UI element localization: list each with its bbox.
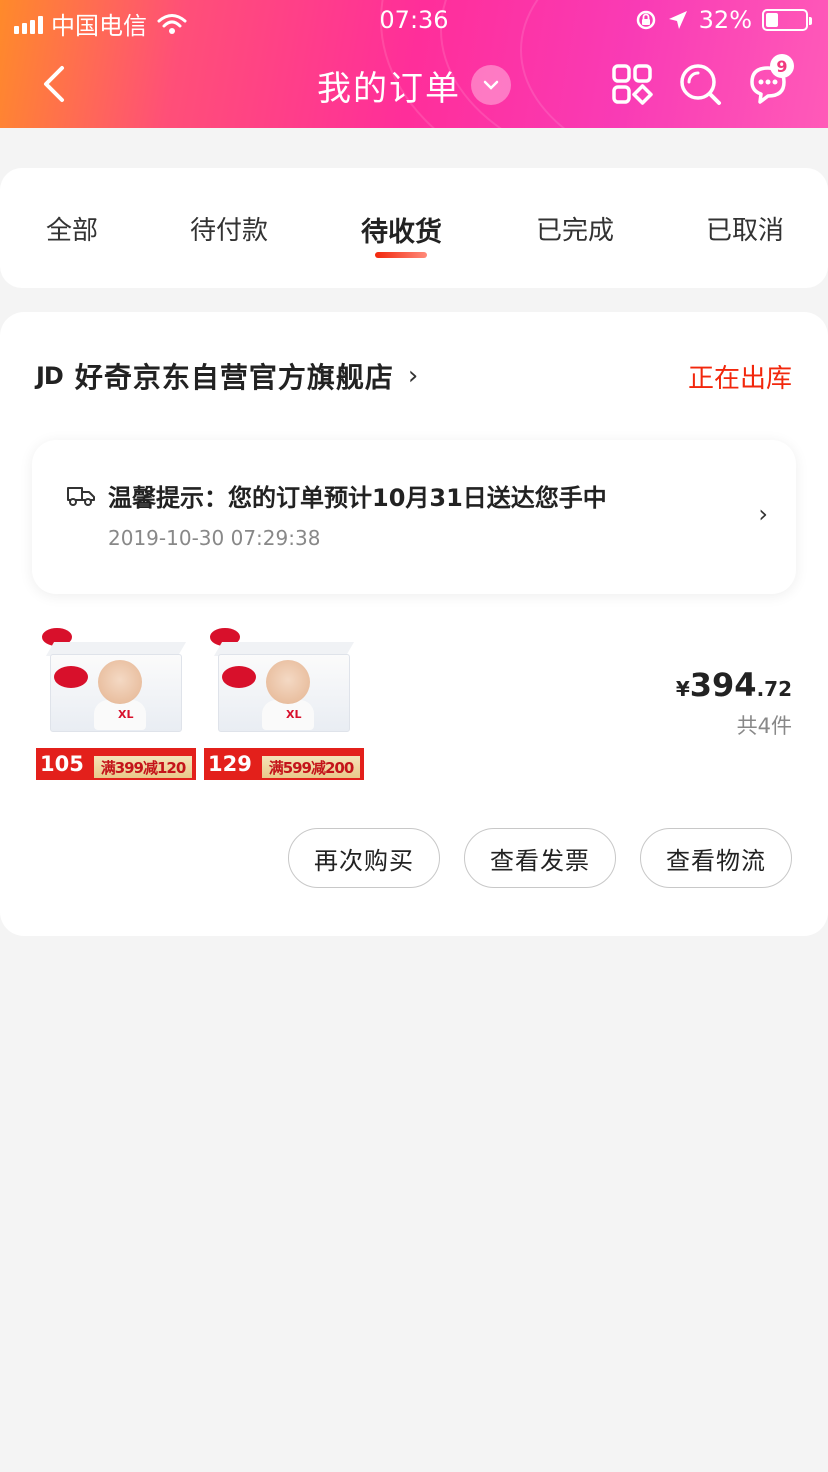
tab-pending-payment[interactable]: 待付款 [190,210,268,247]
size-label: XL [118,708,134,721]
search-icon[interactable] [678,62,722,106]
grid-menu-icon[interactable] [610,62,654,106]
buy-again-button[interactable]: 再次购买 [288,828,440,888]
message-badge: 9 [770,54,794,78]
delivery-tip-text: 温馨提示：您的订单预计10月31日送达您手中 [108,484,607,512]
price-integer: 394 [689,666,757,704]
currency-symbol: ¥ [675,677,690,701]
view-invoice-button[interactable]: 查看发票 [464,828,616,888]
product-thumbnail[interactable]: XL 105 满399减120 [36,624,196,780]
battery-level [766,13,779,27]
view-logistics-button[interactable]: 查看物流 [640,828,792,888]
header: 中国电信 07:36 32% 我的订单 9 [0,0,828,128]
price-decimal: .72 [756,677,792,701]
baby-picture [98,660,142,704]
tab-completed[interactable]: 已完成 [536,210,614,247]
battery-percent: 32% [698,6,752,34]
promo-price: 105 [40,752,84,776]
product-image: XL [36,624,196,748]
size-label: XL [286,708,302,721]
promo-banner: 105 满399减120 [36,748,196,780]
jd-logo: JD [36,362,64,390]
order-card[interactable]: JD 好奇京东自营官方旗舰店 › 正在出库 温馨提示：您的订单预计10月31日送… [0,312,828,936]
promo-text: 满599减200 [262,756,360,778]
page-title: 我的订单 [317,68,461,109]
tab-pending-receipt[interactable]: 待收货 [361,210,442,249]
truck-icon [67,487,95,506]
huggies-logo [222,666,256,688]
item-count: 共4件 [736,714,792,738]
baby-picture [266,660,310,704]
order-status: 正在出库 [687,364,792,394]
product-thumbnail[interactable]: XL 129 满599减200 [204,624,364,780]
rotation-lock-icon [636,10,655,30]
order-tabs: 全部 待付款 待收货 已完成 已取消 [0,168,828,288]
promo-text: 满399减120 [94,756,192,778]
active-tab-indicator [375,252,427,258]
message-button[interactable]: 9 [746,54,794,106]
chevron-right-icon: › [758,500,768,528]
dropdown-icon[interactable] [471,65,511,105]
huggies-logo [54,666,88,688]
delivery-tip[interactable]: 温馨提示：您的订单预计10月31日送达您手中 2019-10-30 07:29:… [32,440,796,594]
tab-cancelled[interactable]: 已取消 [706,210,784,247]
location-icon [668,11,687,29]
promo-price: 129 [208,752,252,776]
promo-banner: 129 满599减200 [204,748,364,780]
delivery-tip-time: 2019-10-30 07:29:38 [108,526,321,550]
tab-all[interactable]: 全部 [46,210,98,247]
shop-name: 好奇京东自营官方旗舰店 [74,361,394,394]
battery-icon [762,9,812,31]
order-total-price: ¥394.72 [676,666,792,704]
status-bar: 中国电信 07:36 32% [0,0,828,40]
product-image: XL [204,624,364,748]
chevron-right-icon: › [407,361,419,391]
shop-link[interactable]: JD 好奇京东自营官方旗舰店 › [36,356,418,396]
